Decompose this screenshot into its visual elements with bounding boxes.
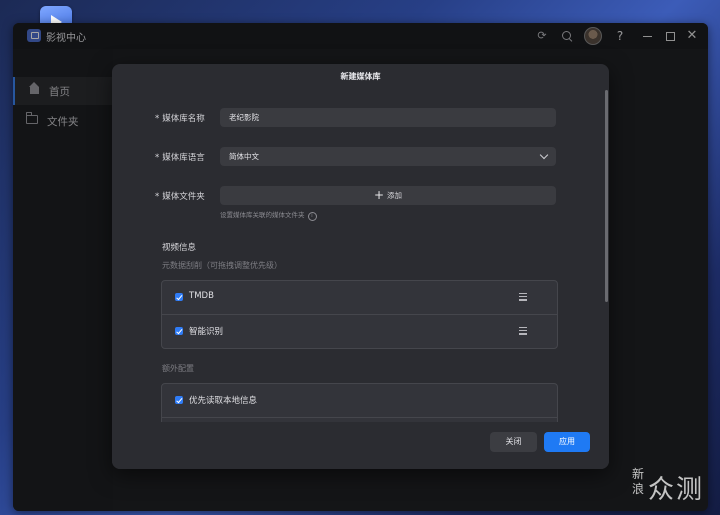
dialog-scrollbar[interactable] (605, 90, 608, 302)
library-language-value: 简体中文 (229, 152, 259, 161)
drag-handle-icon[interactable] (519, 293, 527, 301)
media-folder-hint: 设置媒体库关联的媒体文件夹 i (220, 209, 317, 221)
info-icon[interactable]: i (307, 212, 317, 221)
watermark-logo: 新浪 众测 (632, 467, 705, 505)
library-language-label: * 媒体库语言 (155, 153, 205, 163)
apply-button[interactable]: 应用 (544, 432, 590, 452)
metadata-scraper-subtitle: 元数据刮削（可拖拽调整优先级） (162, 261, 282, 270)
video-info-title: 视频信息 (162, 243, 197, 253)
tmdb-checkbox[interactable] (175, 293, 183, 301)
smart-recognition-checkbox[interactable] (175, 327, 183, 335)
library-name-input[interactable]: 老纪影院 (220, 108, 556, 127)
plus-icon: + (373, 188, 385, 202)
library-language-select[interactable]: 简体中文 (220, 147, 556, 166)
chevron-down-icon (539, 150, 549, 160)
extra-config-title: 额外配置 (162, 364, 194, 373)
prefer-local-info-checkbox[interactable] (175, 396, 183, 404)
list-item[interactable]: TMDB (162, 281, 557, 315)
library-name-label: * 媒体库名称 (155, 114, 205, 124)
drag-handle-icon[interactable] (519, 327, 527, 335)
dialog-body: * 媒体库名称 老纪影院 * 媒体库语言 简体中文 * 媒体文件夹 + 添加 设置媒体库… (112, 88, 609, 422)
extra-config-list: 优先读取本地信息 (161, 383, 558, 422)
scraper-list: TMDB 智能识别 (161, 280, 558, 349)
list-item[interactable]: 智能识别 (162, 315, 557, 348)
media-folder-label: * 媒体文件夹 (155, 192, 205, 202)
new-library-dialog: 新建媒体库 * 媒体库名称 老纪影院 * 媒体库语言 简体中文 * 媒体文件夹 + 添加… (112, 64, 609, 469)
dialog-footer: 关闭 应用 (112, 422, 609, 469)
close-button[interactable]: 关闭 (490, 432, 537, 452)
add-folder-button[interactable]: + 添加 (220, 186, 556, 205)
dialog-title: 新建媒体库 (340, 72, 381, 81)
list-item[interactable]: 优先读取本地信息 (162, 384, 557, 418)
